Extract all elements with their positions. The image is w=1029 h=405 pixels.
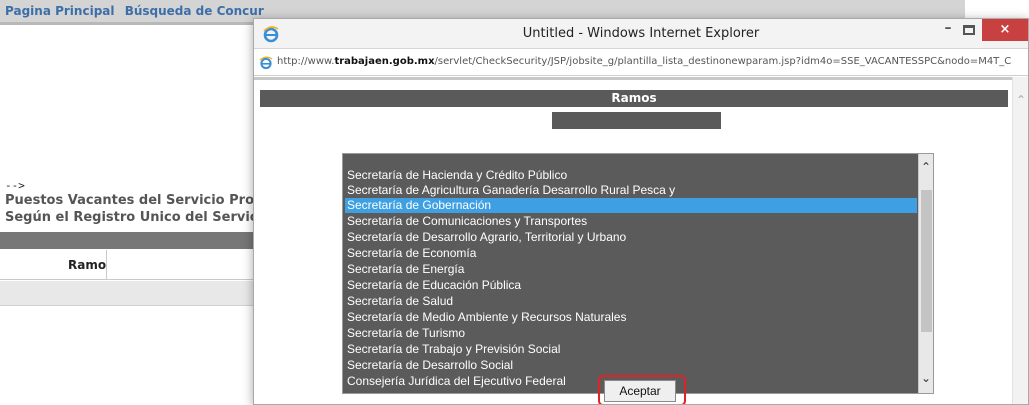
list-item[interactable]: Secretaría de Salud	[345, 294, 917, 309]
table-column-divider	[106, 250, 107, 280]
scroll-up-arrow-icon[interactable]: ⌃	[921, 160, 931, 174]
table-header-row	[0, 250, 255, 280]
list-item[interactable]: Secretaría de Desarrollo Social	[345, 358, 917, 373]
stray-comment-text: -->	[5, 179, 25, 192]
ramos-listbox[interactable]: Secretaría de Hacienda y Crédito Público…	[342, 153, 934, 394]
listbox-scroll-thumb[interactable]	[921, 190, 932, 332]
ramos-subheading-bar	[552, 112, 721, 129]
address-url-domain: trabajaen.gob.mx	[334, 56, 435, 67]
page-heading-line2: Según el Registro Unico del Servicio	[5, 210, 271, 225]
address-bar[interactable]: http://www.trabajaen.gob.mx/servlet/Chec…	[254, 50, 1028, 76]
table-row	[0, 281, 255, 306]
close-button[interactable]: ×	[982, 19, 1028, 41]
maximize-button[interactable]	[963, 25, 975, 35]
page-heading-line1: Puestos Vacantes del Servicio Profe	[5, 193, 269, 208]
list-item[interactable]: Secretaría de Agricultura Ganadería Desa…	[345, 183, 917, 198]
window-titlebar[interactable]: Untitled - Windows Internet Explorer – ×	[254, 19, 1028, 49]
list-item[interactable]: Secretaría de Educación Pública	[345, 278, 917, 293]
background-nav: Pagina Principal Búsqueda de Concur	[5, 4, 270, 18]
list-item[interactable]: Secretaría de Medio Ambiente y Recursos …	[345, 310, 917, 325]
list-item-selected[interactable]: Secretaría de Gobernación	[345, 198, 917, 213]
address-url-prefix: http://www.	[277, 56, 335, 67]
address-url-path: /servlet/CheckSecurity/JSP/jobsite_g/pla…	[434, 56, 1012, 67]
listbox-scrollbar[interactable]: ⌃ ⌄	[918, 154, 933, 393]
list-item[interactable]: Secretaría de Trabajo y Previsión Social	[345, 342, 917, 357]
window-scroll-up-icon[interactable]: ⌃	[1016, 93, 1026, 107]
nav-link-busqueda[interactable]: Búsqueda de Concur	[125, 4, 264, 18]
page-icon	[259, 56, 273, 70]
scroll-down-arrow-icon[interactable]: ⌄	[921, 371, 931, 385]
list-item[interactable]: Secretaría de Desarrollo Agrario, Territ…	[345, 230, 917, 245]
page-content: Ramos Secretaría de Hacienda y Crédito P…	[254, 77, 1012, 404]
window-title: Untitled - Windows Internet Explorer	[522, 26, 760, 41]
ramos-heading: Ramos	[260, 90, 1008, 107]
list-item[interactable]: Secretaría de Comunicaciones y Transport…	[345, 214, 917, 229]
aceptar-button[interactable]: Aceptar	[604, 380, 676, 402]
minimize-button[interactable]: –	[937, 21, 959, 40]
address-url[interactable]: http://www.trabajaen.gob.mx/servlet/Chec…	[277, 56, 1011, 67]
list-item[interactable]: Secretaría de Hacienda y Crédito Público	[345, 168, 917, 183]
list-item[interactable]: Secretaría de Economía	[345, 246, 917, 261]
table-header-bar	[0, 232, 255, 249]
content-top-edge	[254, 77, 1012, 80]
window-scrollbar[interactable]: ⌃	[1012, 77, 1028, 404]
table-header-ramo: Ramo	[68, 258, 107, 272]
nav-link-pagina-principal[interactable]: Pagina Principal	[5, 4, 115, 18]
ie-popup-window: Untitled - Windows Internet Explorer – ×…	[253, 18, 1029, 405]
list-item[interactable]: Secretaría de Turismo	[345, 326, 917, 341]
list-item[interactable]: Secretaría de Energía	[345, 262, 917, 277]
